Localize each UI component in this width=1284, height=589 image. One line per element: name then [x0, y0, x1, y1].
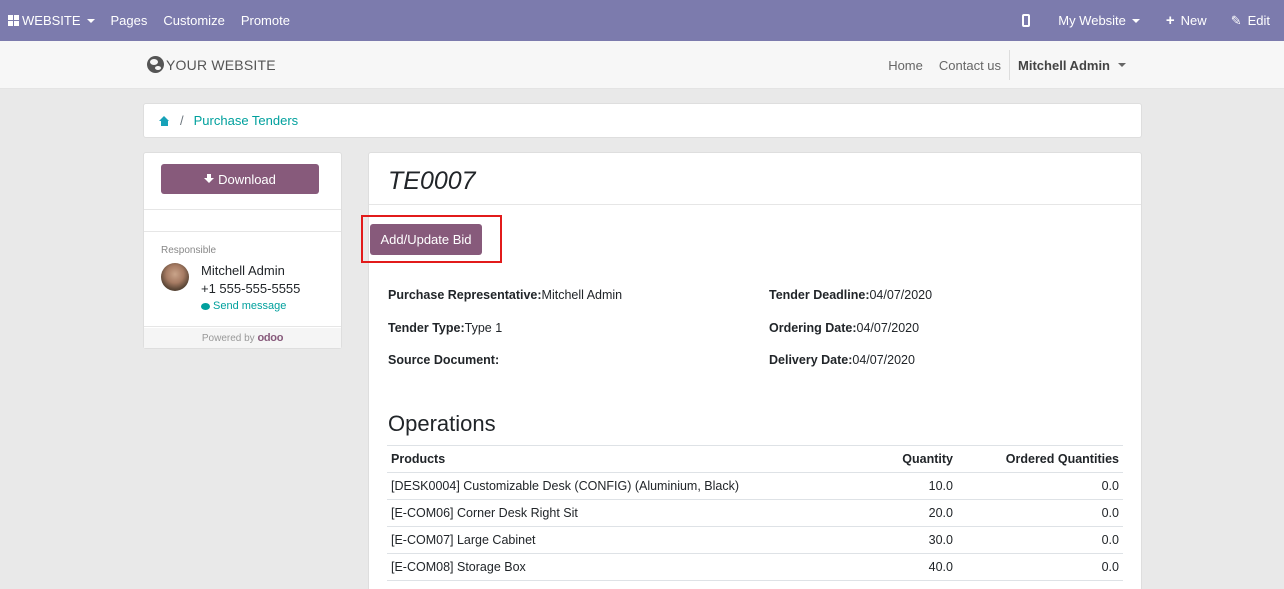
website-menu-label: WEBSITE [22, 13, 81, 28]
table-header-row: Products Quantity Ordered Quantities [387, 445, 1123, 473]
edit-label: Edit [1247, 13, 1270, 28]
nav-home[interactable]: Home [880, 58, 931, 73]
download-label: Download [218, 171, 276, 187]
product-cell: [DESK0004] Customizable Desk (CONFIG) (A… [387, 472, 857, 500]
field-value: 04/07/2020 [856, 321, 920, 335]
field-value: Type 1 [464, 321, 503, 335]
ordered-quantity-cell: 0.0 [957, 553, 1123, 581]
menu-pages-label: Pages [110, 13, 148, 28]
caret-down-icon [1131, 18, 1140, 23]
product-cell: [E-COM08] Storage Box [387, 553, 857, 581]
ordered-quantity-cell: 0.0 [957, 499, 1123, 527]
edit-button[interactable]: ✎ Edit [1219, 0, 1284, 41]
menu-promote[interactable]: Promote [233, 0, 298, 41]
menu-promote-label: Promote [240, 13, 290, 28]
quantity-cell: 20.0 [857, 499, 957, 527]
responsible-label: Responsible [161, 245, 217, 256]
breadcrumb: / Purchase Tenders [143, 103, 1142, 138]
add-update-bid-button[interactable]: Add/Update Bid [370, 224, 482, 255]
tender-type-field: Tender Type:Type 1 [388, 321, 502, 335]
powered-by-label: Powered by [201, 333, 255, 344]
user-menu[interactable]: Mitchell Admin [1010, 58, 1134, 73]
field-label: Delivery Date: [769, 353, 853, 367]
tender-card: TE0007 Add/Update Bid Purchase Represent… [361, 152, 1142, 589]
operations-heading: Operations [388, 411, 496, 436]
comment-icon [201, 302, 210, 310]
mobile-phone-icon [1022, 14, 1031, 27]
send-message-label: Send message [213, 300, 287, 312]
tender-title: TE0007 [388, 167, 476, 195]
nav-contact-us[interactable]: Contact us [931, 58, 1009, 73]
home-icon[interactable] [159, 115, 170, 126]
site-logo-text: YOUR WEBSITE [166, 56, 276, 73]
product-cell: [E-COM07] Large Cabinet [387, 526, 857, 554]
website-admin-bar: WEBSITE Pages Customize Promote My Websi… [0, 0, 1284, 41]
avatar [161, 263, 189, 291]
caret-down-icon [86, 18, 95, 23]
caret-down-icon [1118, 63, 1126, 67]
breadcrumb-separator: / [180, 113, 184, 128]
download-icon [204, 174, 215, 184]
field-label: Purchase Representative: [388, 288, 542, 302]
quantity-cell: 30.0 [857, 526, 957, 554]
sidebar-divider [144, 231, 341, 232]
sidebar-divider [144, 326, 341, 327]
table-row: [E-COM06] Corner Desk Right Sit 20.0 0.0 [387, 499, 1123, 527]
main-nav: Home Contact us Mitchell Admin [880, 41, 1134, 89]
mobile-preview-button[interactable] [1008, 0, 1044, 41]
send-message-link[interactable]: Send message [201, 300, 286, 312]
field-label: Tender Type: [388, 321, 465, 335]
delivery-date-field: Delivery Date:04/07/2020 [769, 353, 915, 367]
website-switcher[interactable]: My Website [1044, 0, 1154, 41]
table-row: [E-COM08] Storage Box 40.0 0.0 [387, 553, 1123, 581]
website-menu[interactable]: WEBSITE [0, 0, 103, 41]
field-value: Mitchell Admin [541, 288, 623, 302]
field-value: 04/07/2020 [869, 288, 933, 302]
menu-customize[interactable]: Customize [155, 0, 232, 41]
responsible-name: Mitchell Admin [201, 263, 285, 278]
pencil-icon: ✎ [1230, 12, 1242, 28]
menu-pages[interactable]: Pages [103, 0, 156, 41]
table-row: [DESK0004] Customizable Desk (CONFIG) (A… [387, 472, 1123, 500]
field-label: Ordering Date: [769, 321, 857, 335]
column-products: Products [387, 445, 857, 473]
odoo-logo[interactable]: odoo [257, 332, 283, 344]
column-ordered-quantities: Ordered Quantities [957, 445, 1123, 473]
new-label: New [1180, 13, 1207, 28]
column-quantity: Quantity [857, 445, 957, 473]
tender-sidebar: Download Responsible Mitchell Admin +1 5… [143, 152, 342, 349]
download-button[interactable]: Download [161, 164, 319, 194]
operations-table: Products Quantity Ordered Quantities [DE… [387, 445, 1123, 581]
field-value: 04/07/2020 [852, 353, 915, 367]
apps-grid-icon [8, 15, 19, 26]
title-divider [369, 204, 1141, 205]
website-switcher-label: My Website [1058, 13, 1126, 28]
responsible-phone: +1 555-555-5555 [201, 281, 301, 296]
breadcrumb-purchase-tenders[interactable]: Purchase Tenders [194, 113, 299, 128]
quantity-cell: 40.0 [857, 553, 957, 581]
ordering-date-field: Ordering Date:04/07/2020 [769, 321, 919, 335]
quantity-cell: 10.0 [857, 472, 957, 500]
new-content-button[interactable]: + New [1154, 0, 1219, 41]
product-cell: [E-COM06] Corner Desk Right Sit [387, 499, 857, 527]
source-document-field: Source Document: [388, 353, 499, 367]
table-row: [E-COM07] Large Cabinet 30.0 0.0 [387, 526, 1123, 554]
purchase-representative-field: Purchase Representative:Mitchell Admin [388, 288, 622, 302]
globe-icon [147, 56, 164, 73]
sidebar-divider [144, 209, 341, 210]
plus-icon: + [1165, 12, 1175, 29]
ordered-quantity-cell: 0.0 [957, 472, 1123, 500]
tender-deadline-field: Tender Deadline:04/07/2020 [769, 288, 932, 302]
powered-by-footer: Powered by odoo [144, 328, 341, 348]
user-menu-label: Mitchell Admin [1018, 57, 1110, 73]
site-logo[interactable]: YOUR WEBSITE [147, 56, 276, 73]
menu-customize-label: Customize [163, 13, 225, 28]
field-label: Source Document: [388, 353, 500, 367]
field-label: Tender Deadline: [769, 288, 870, 302]
website-header: YOUR WEBSITE Home Contact us Mitchell Ad… [0, 41, 1284, 89]
ordered-quantity-cell: 0.0 [957, 526, 1123, 554]
